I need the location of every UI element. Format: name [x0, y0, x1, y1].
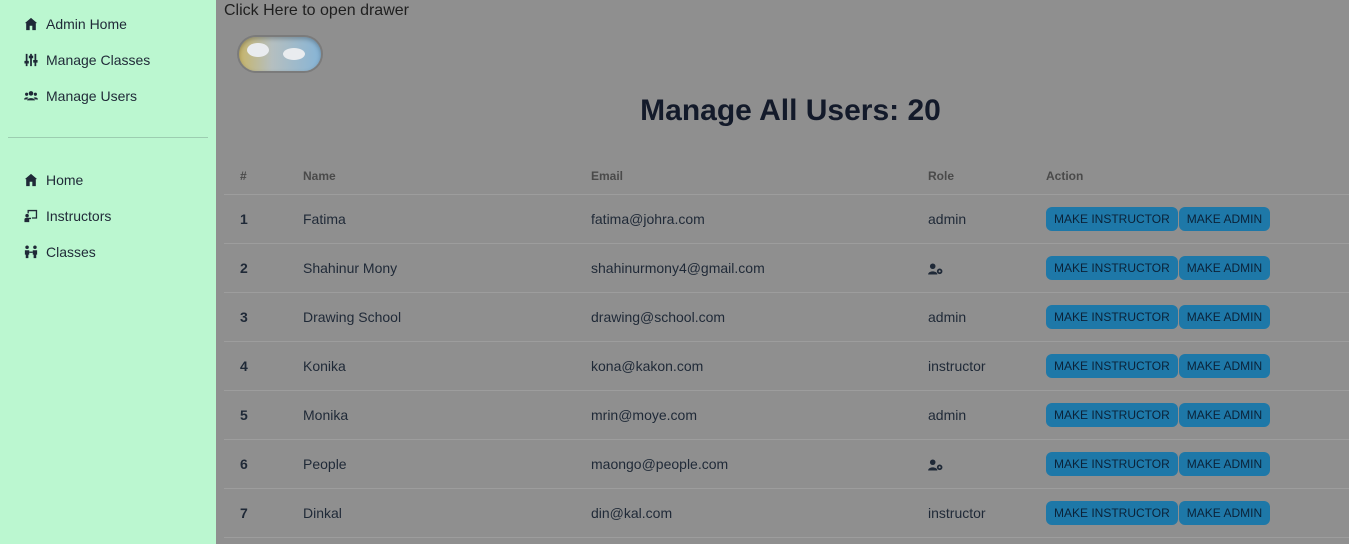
- theme-toggle[interactable]: [239, 37, 321, 71]
- sidebar-item-home[interactable]: Home: [24, 169, 83, 191]
- table-row: 2 Shahinur Mony shahinurmony4@gmail.com …: [224, 243, 1349, 293]
- user-role: [928, 243, 1046, 293]
- user-name: Monika: [303, 390, 591, 440]
- row-number: 3: [224, 292, 303, 342]
- user-name: Shahinur Mony: [303, 243, 591, 293]
- table-row: 3 Drawing School drawing@school.com admi…: [224, 292, 1349, 342]
- user-role: instructor: [928, 488, 1046, 538]
- sidebar-item-label: Classes: [46, 244, 96, 260]
- sliders-icon: [24, 53, 38, 67]
- user-name: Konika: [303, 341, 591, 391]
- sidebar-item-label: Instructors: [46, 208, 112, 224]
- user-name: Fatima: [303, 194, 591, 244]
- user-email: drawing@school.com: [591, 292, 928, 342]
- user-email: fatima@johra.com: [591, 194, 928, 244]
- open-drawer-link[interactable]: Click Here to open drawer: [224, 2, 409, 20]
- user-name: Dinkal: [303, 488, 591, 538]
- row-actions: MAKE INSTRUCTOR MAKE ADMIN: [1046, 390, 1349, 440]
- sidebar-item-label: Manage Users: [46, 88, 138, 104]
- row-number: 2: [224, 243, 303, 293]
- make-admin-button[interactable]: MAKE ADMIN: [1178, 304, 1271, 329]
- row-actions: MAKE INSTRUCTOR MAKE ADMIN: [1046, 341, 1349, 391]
- sidebar-item-classes[interactable]: Classes: [24, 241, 96, 263]
- home-icon: [24, 173, 38, 187]
- page-title: Manage All Users: 20: [640, 94, 941, 127]
- sidebar-divider: [8, 137, 208, 138]
- chalkboard-teacher-icon: [24, 209, 38, 223]
- user-cog-icon: [928, 263, 943, 275]
- make-instructor-button[interactable]: MAKE INSTRUCTOR: [1046, 451, 1178, 476]
- user-role: [928, 439, 1046, 489]
- table-row: 4 Konika kona@kakon.com instructor MAKE …: [224, 341, 1349, 391]
- table-row: 6 People maongo@people.com MAKE INSTRUCT…: [224, 439, 1349, 489]
- cloud-icon: [283, 48, 305, 60]
- user-role: admin: [928, 194, 1046, 244]
- user-name: Drawing School: [303, 292, 591, 342]
- table-row: 7 Dinkal din@kal.com instructor MAKE INS…: [224, 488, 1349, 538]
- table-row: 5 Monika mrin@moye.com admin MAKE INSTRU…: [224, 390, 1349, 440]
- row-actions: MAKE INSTRUCTOR MAKE ADMIN: [1046, 194, 1349, 244]
- row-number: 7: [224, 488, 303, 538]
- sidebar-item-manage-classes[interactable]: Manage Classes: [24, 49, 150, 71]
- sidebar: Admin Home Manage Classes Manage Users H…: [0, 0, 216, 544]
- table-row: 1 Fatima fatima@johra.com admin MAKE INS…: [224, 194, 1349, 244]
- sidebar-item-admin-home[interactable]: Admin Home: [24, 13, 127, 35]
- user-email: shahinurmony4@gmail.com: [591, 243, 928, 293]
- sidebar-item-instructors[interactable]: Instructors: [24, 205, 111, 227]
- user-email: kona@kakon.com: [591, 341, 928, 391]
- make-admin-button[interactable]: MAKE ADMIN: [1178, 255, 1271, 280]
- row-number: 6: [224, 439, 303, 489]
- make-instructor-button[interactable]: MAKE INSTRUCTOR: [1046, 255, 1178, 280]
- user-email: maongo@people.com: [591, 439, 928, 489]
- row-actions: MAKE INSTRUCTOR MAKE ADMIN: [1046, 243, 1349, 293]
- user-name: People: [303, 439, 591, 489]
- user-role: admin: [928, 292, 1046, 342]
- sidebar-item-label: Home: [46, 172, 84, 188]
- users-table: # Name Email Role Action 1 Fatima fatima…: [224, 158, 1349, 538]
- sidebar-item-label: Admin Home: [46, 16, 127, 32]
- make-instructor-button[interactable]: MAKE INSTRUCTOR: [1046, 402, 1178, 427]
- column-header-name: Name: [303, 158, 591, 195]
- column-header-action: Action: [1046, 158, 1349, 195]
- users-icon: [24, 91, 38, 101]
- make-instructor-button[interactable]: MAKE INSTRUCTOR: [1046, 500, 1178, 525]
- people-icon: [24, 245, 38, 259]
- row-number: 4: [224, 341, 303, 391]
- row-actions: MAKE INSTRUCTOR MAKE ADMIN: [1046, 292, 1349, 342]
- cloud-icon: [247, 43, 269, 57]
- user-role: instructor: [928, 341, 1046, 391]
- sidebar-item-label: Manage Classes: [46, 52, 151, 68]
- user-role: admin: [928, 390, 1046, 440]
- column-header-email: Email: [591, 158, 928, 195]
- main-content: Click Here to open drawer Manage All Use…: [216, 0, 1349, 544]
- user-email: din@kal.com: [591, 488, 928, 538]
- make-instructor-button[interactable]: MAKE INSTRUCTOR: [1046, 353, 1178, 378]
- make-admin-button[interactable]: MAKE ADMIN: [1178, 206, 1271, 231]
- column-header-number: #: [224, 158, 303, 195]
- make-admin-button[interactable]: MAKE ADMIN: [1178, 500, 1271, 525]
- table-header-row: # Name Email Role Action: [224, 158, 1349, 195]
- row-number: 1: [224, 194, 303, 244]
- user-cog-icon: [928, 459, 943, 471]
- row-number: 5: [224, 390, 303, 440]
- row-actions: MAKE INSTRUCTOR MAKE ADMIN: [1046, 488, 1349, 538]
- make-instructor-button[interactable]: MAKE INSTRUCTOR: [1046, 206, 1178, 231]
- make-admin-button[interactable]: MAKE ADMIN: [1178, 353, 1271, 378]
- row-actions: MAKE INSTRUCTOR MAKE ADMIN: [1046, 439, 1349, 489]
- sidebar-item-manage-users[interactable]: Manage Users: [24, 85, 137, 107]
- home-icon: [24, 17, 38, 31]
- make-admin-button[interactable]: MAKE ADMIN: [1178, 451, 1271, 476]
- make-admin-button[interactable]: MAKE ADMIN: [1178, 402, 1271, 427]
- column-header-role: Role: [928, 158, 1046, 195]
- user-email: mrin@moye.com: [591, 390, 928, 440]
- make-instructor-button[interactable]: MAKE INSTRUCTOR: [1046, 304, 1178, 329]
